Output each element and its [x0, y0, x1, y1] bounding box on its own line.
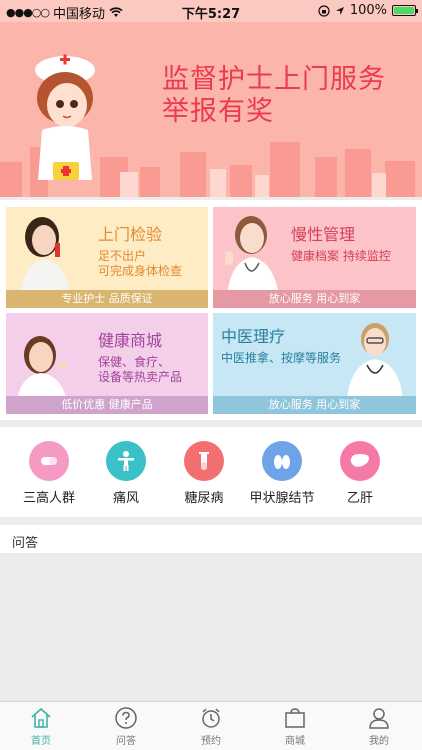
- alarm-clock-icon: [202, 708, 220, 728]
- card-desc-line: 中医推拿、按摩等服务: [221, 351, 342, 365]
- card-tcm-therapy[interactable]: 中医理疗 中医推拿、按摩等服务 放心服务 用心到家: [213, 313, 416, 414]
- banner-title-line1: 监督护士上门服务: [162, 64, 386, 95]
- tab-label: 我的: [369, 736, 389, 747]
- card-footer: 放心服务 用心到家: [213, 290, 416, 308]
- shopping-bag-icon: [285, 708, 305, 728]
- tab-qa[interactable]: 问答: [96, 706, 156, 747]
- card-footer: 专业护士 品质保证: [6, 290, 208, 308]
- category-diabetes[interactable]: 糖尿病: [164, 441, 244, 506]
- category-label: 痛风: [112, 491, 139, 506]
- category-hypertension[interactable]: 三高人群: [9, 441, 89, 506]
- home-icon: [31, 707, 51, 728]
- qa-title: 问答: [12, 536, 39, 551]
- card-desc-line: 保健、食疗、: [98, 355, 171, 369]
- test-tube-icon: [184, 441, 224, 481]
- battery-percent: 100%: [349, 3, 387, 18]
- card-desc-line: 足不出户: [98, 249, 147, 263]
- service-cards-grid: 上门检验 足不出户 可完成身体检查 专业护士 品质保证 慢性管理 健康档案 持续…: [0, 200, 422, 420]
- qa-section-header: 问答: [0, 525, 422, 553]
- thyroid-icon: [262, 441, 302, 481]
- doctor-photo: [347, 323, 403, 399]
- body-icon: [106, 441, 146, 481]
- user-icon: [369, 708, 389, 729]
- card-desc-line: 健康档案 持续监控: [291, 249, 391, 263]
- card-title: 上门检验: [98, 225, 163, 244]
- card-footer: 放心服务 用心到家: [213, 396, 416, 414]
- location-icon: [335, 6, 344, 15]
- category-thyroid-nodule[interactable]: 甲状腺结节: [242, 441, 322, 506]
- nurse-photo: [20, 217, 70, 295]
- card-title: 慢性管理: [291, 225, 356, 244]
- category-label: 乙肝: [346, 491, 373, 506]
- card-home-test[interactable]: 上门检验 足不出户 可完成身体检查 专业护士 品质保证: [6, 207, 208, 308]
- battery-icon: [392, 5, 418, 16]
- tab-label: 预约: [201, 736, 221, 747]
- tab-appointment[interactable]: 预约: [181, 706, 241, 747]
- category-label: 甲状腺结节: [249, 491, 315, 506]
- card-title: 中医理疗: [221, 327, 286, 346]
- category-label: 糖尿病: [184, 491, 224, 506]
- liver-icon: [340, 441, 380, 481]
- disease-categories: 三高人群 痛风 糖尿病 甲状腺结节 乙肝: [0, 427, 422, 517]
- card-desc: 健康档案 持续监控: [291, 249, 391, 264]
- category-gout[interactable]: 痛风: [86, 441, 166, 506]
- orientation-lock-icon: [318, 4, 330, 17]
- tab-home[interactable]: 首页: [11, 706, 71, 747]
- tab-label: 问答: [116, 736, 136, 747]
- card-title: 健康商城: [98, 331, 163, 350]
- card-desc: 中医推拿、按摩等服务: [221, 351, 341, 366]
- nurse-cartoon-illustration: [35, 54, 95, 180]
- card-desc-line: 设备等热卖产品: [98, 370, 183, 384]
- question-icon: [115, 707, 137, 729]
- bottom-tab-bar: 首页 问答 预约 商城 我的: [0, 701, 422, 750]
- status-bar: ●●●○○ 中国移动 下午5:27 100%: [0, 0, 422, 22]
- doctor-photo: [225, 216, 279, 295]
- card-desc-line: 可完成身体检查: [98, 264, 183, 278]
- tab-label: 商城: [285, 736, 305, 747]
- banner-title-line2: 举报有奖: [162, 96, 274, 127]
- card-desc: 保健、食疗、 设备等热卖产品: [98, 355, 182, 385]
- tab-label: 首页: [31, 736, 51, 747]
- card-health-mall[interactable]: 健康商城 保健、食疗、 设备等热卖产品 低价优惠 健康产品: [6, 313, 208, 414]
- tab-profile[interactable]: 我的: [349, 706, 409, 747]
- card-desc: 足不出户 可完成身体检查: [98, 249, 182, 279]
- card-chronic-management[interactable]: 慢性管理 健康档案 持续监控 放心服务 用心到家: [213, 207, 416, 308]
- category-label: 三高人群: [22, 491, 75, 506]
- pill-icon: [29, 441, 69, 481]
- tab-mall[interactable]: 商城: [265, 706, 325, 747]
- doctor-photo: [16, 336, 68, 405]
- qa-list-area: [0, 553, 422, 701]
- category-hepatitis-b[interactable]: 乙肝: [320, 441, 400, 506]
- card-footer: 低价优惠 健康产品: [6, 396, 208, 414]
- promo-banner[interactable]: 监督护士上门服务 举报有奖: [0, 22, 422, 197]
